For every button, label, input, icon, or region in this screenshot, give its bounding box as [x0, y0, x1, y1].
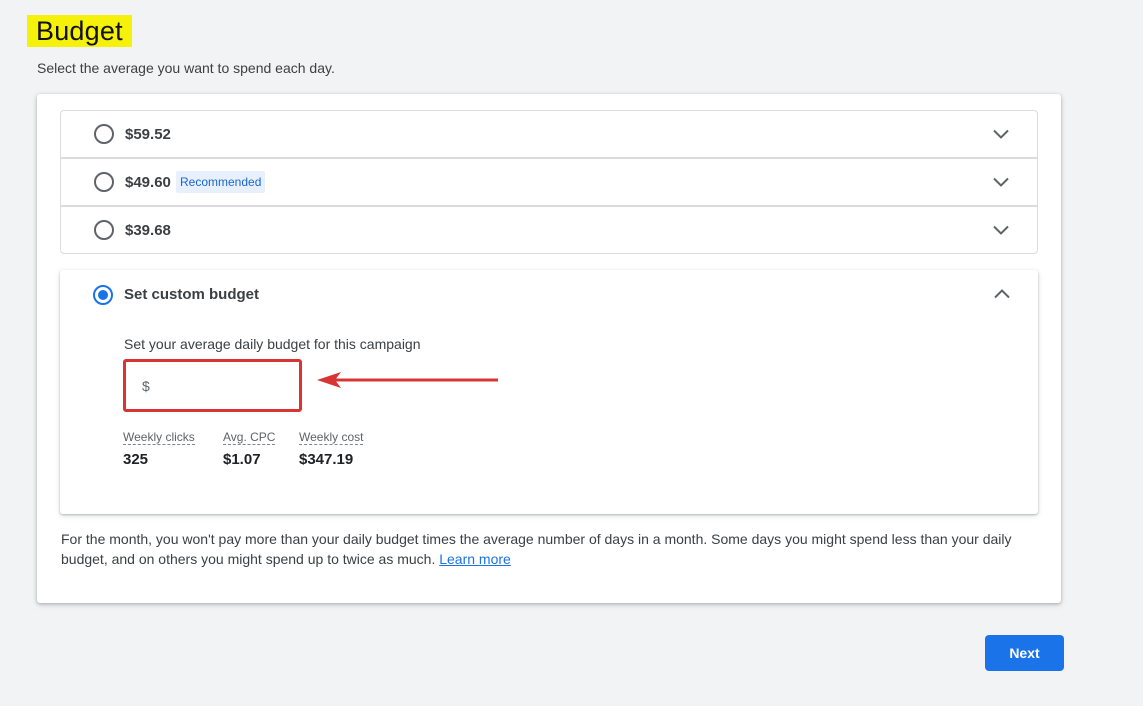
- title-highlight: Budget: [27, 15, 132, 47]
- chevron-up-icon[interactable]: [992, 284, 1012, 304]
- footnote-text: For the month, you won't pay more than y…: [61, 531, 1012, 567]
- budget-option-2[interactable]: $49.60 Recommended: [60, 158, 1038, 206]
- budget-option-label: $59.52: [125, 125, 171, 143]
- radio-button[interactable]: [94, 172, 114, 192]
- budget-input-highlight[interactable]: $: [123, 359, 302, 412]
- stat-label[interactable]: Avg. CPC: [223, 430, 276, 445]
- stat-value: $347.19: [299, 451, 354, 468]
- budget-field-caption: Set your average daily budget for this c…: [124, 336, 421, 352]
- page-subtitle: Select the average you want to spend eac…: [37, 60, 335, 76]
- radio-button[interactable]: [94, 220, 114, 240]
- radio-button-selected[interactable]: [93, 285, 113, 305]
- weekly-clicks-stat: Weekly clicks 325: [123, 428, 195, 468]
- chevron-down-icon[interactable]: [991, 124, 1011, 144]
- budget-card: $59.52 $49.60 Recommended $39.68 Set cus…: [37, 94, 1061, 603]
- stat-label[interactable]: Weekly clicks: [123, 430, 195, 445]
- chevron-down-icon[interactable]: [991, 220, 1011, 240]
- stat-value: $1.07: [223, 451, 261, 468]
- daily-budget-input[interactable]: [156, 362, 296, 409]
- stat-label[interactable]: Weekly cost: [299, 430, 364, 445]
- radio-button[interactable]: [94, 124, 114, 144]
- chevron-down-icon[interactable]: [991, 172, 1011, 192]
- next-button[interactable]: Next: [985, 635, 1064, 671]
- budget-option-label: $39.68: [125, 221, 171, 239]
- page-title: Budget: [36, 15, 123, 46]
- recommended-badge: Recommended: [176, 171, 266, 193]
- budget-option-1[interactable]: $59.52: [60, 110, 1038, 158]
- currency-symbol: $: [142, 377, 150, 394]
- learn-more-link[interactable]: Learn more: [439, 551, 511, 567]
- budget-option-3[interactable]: $39.68: [60, 206, 1038, 254]
- annotation-arrow-icon: [317, 372, 498, 388]
- stat-value: 325: [123, 451, 149, 468]
- budget-option-label: $49.60: [125, 173, 171, 191]
- budget-footnote: For the month, you won't pay more than y…: [61, 529, 1041, 569]
- custom-budget-label[interactable]: Set custom budget: [124, 286, 259, 303]
- weekly-cost-stat: Weekly cost $347.19: [299, 428, 364, 468]
- custom-budget-panel: Set custom budget Set your average daily…: [60, 270, 1038, 514]
- avg-cpc-stat: Avg. CPC $1.07: [223, 428, 276, 468]
